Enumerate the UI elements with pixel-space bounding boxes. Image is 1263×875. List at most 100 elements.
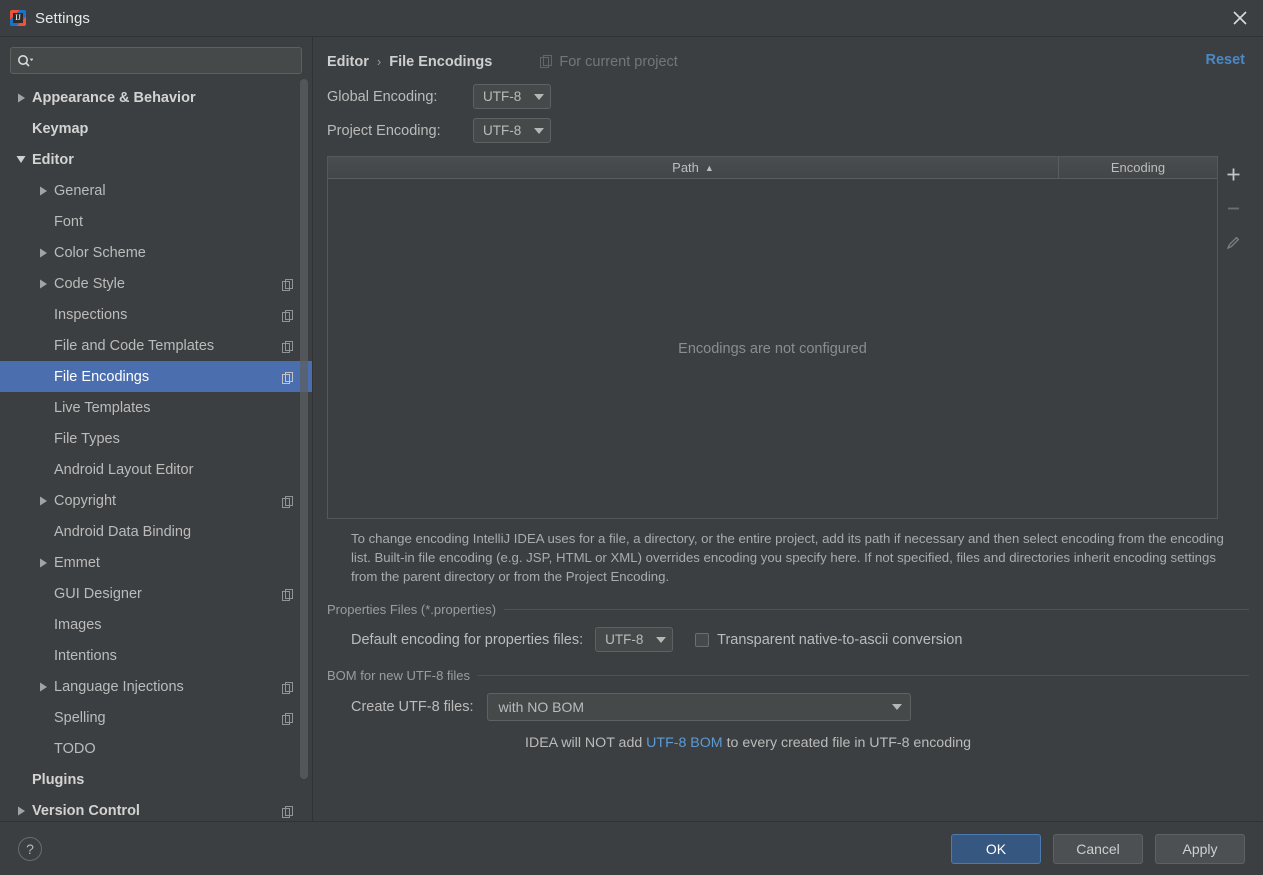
cancel-button[interactable]: Cancel xyxy=(1053,833,1143,864)
sidebar-scrollbar[interactable] xyxy=(300,79,308,779)
table-header: Path ▲ Encoding xyxy=(328,157,1217,179)
sidebar-item-general[interactable]: General xyxy=(0,175,312,206)
chevron-right-icon[interactable] xyxy=(32,682,54,692)
bom-section-header: BOM for new UTF-8 files xyxy=(327,668,1249,683)
sidebar-item-android-layout-editor[interactable]: Android Layout Editor xyxy=(0,454,312,485)
file-encodings-panel: Editor › File Encodings For current proj… xyxy=(313,37,1263,821)
project-scope-icon xyxy=(282,371,294,384)
search-box[interactable] xyxy=(10,47,302,74)
transparent-native-to-ascii-checkbox[interactable]: Transparent native-to-ascii conversion xyxy=(695,632,962,648)
sidebar-item-label: Inspections xyxy=(54,306,128,323)
ok-button[interactable]: OK xyxy=(951,833,1041,864)
properties-files-section: Properties Files (*.properties) Default … xyxy=(327,602,1249,652)
create-utf8-files-label: Create UTF-8 files: xyxy=(351,699,474,715)
sidebar-item-language-injections[interactable]: Language Injections xyxy=(0,671,312,702)
dialog-footer: ? OK Cancel Apply xyxy=(0,821,1263,875)
for-current-project: For current project xyxy=(540,53,678,70)
settings-dialog: IJ Settings Appearance & Behavior Keymap… xyxy=(0,0,1263,875)
sidebar-item-label: Version Control xyxy=(32,802,140,819)
sidebar-item-gui-designer[interactable]: GUI Designer xyxy=(0,578,312,609)
breadcrumb-parent[interactable]: Editor xyxy=(327,54,369,70)
sidebar-item-todo[interactable]: TODO xyxy=(0,733,312,764)
sidebar-item-label: Android Data Binding xyxy=(54,523,192,540)
intellij-idea-icon: IJ xyxy=(10,10,26,26)
sidebar-item-file-types[interactable]: File Types xyxy=(0,423,312,454)
sidebar-item-label: Images xyxy=(54,616,102,633)
sidebar-item-label: Editor xyxy=(32,151,74,168)
global-encoding-row: Global Encoding: UTF-8 xyxy=(327,81,1249,112)
empty-state-text: Encodings are not configured xyxy=(678,340,867,357)
close-icon[interactable] xyxy=(1217,0,1263,36)
project-scope-icon xyxy=(282,309,294,322)
sidebar-item-label: Language Injections xyxy=(54,678,184,695)
project-scope-icon xyxy=(540,55,553,68)
sidebar-item-live-templates[interactable]: Live Templates xyxy=(0,392,312,423)
sidebar-item-code-style[interactable]: Code Style xyxy=(0,268,312,299)
sidebar-item-copyright[interactable]: Copyright xyxy=(0,485,312,516)
remove-button[interactable] xyxy=(1222,196,1246,220)
global-encoding-label: Global Encoding: xyxy=(327,88,438,105)
column-header-path[interactable]: Path ▲ xyxy=(328,157,1059,178)
chevron-right-icon[interactable] xyxy=(32,279,54,289)
default-properties-encoding-label: Default encoding for properties files: xyxy=(351,631,584,648)
search-container xyxy=(0,37,312,80)
chevron-right-icon[interactable] xyxy=(10,93,32,103)
bom-note: IDEA will NOT add UTF-8 BOM to every cre… xyxy=(351,735,1249,751)
for-current-project-label: For current project xyxy=(559,53,678,70)
chevron-right-icon[interactable] xyxy=(32,558,54,568)
table-toolbar xyxy=(1218,156,1249,519)
sidebar-item-label: Plugins xyxy=(32,771,85,788)
sidebar-item-android-data-binding[interactable]: Android Data Binding xyxy=(0,516,312,547)
column-header-encoding[interactable]: Encoding xyxy=(1059,157,1217,178)
sidebar-item-intentions[interactable]: Intentions xyxy=(0,640,312,671)
bom-section: BOM for new UTF-8 files Create UTF-8 fil… xyxy=(327,668,1249,751)
chevron-right-icon[interactable] xyxy=(10,806,32,816)
sidebar-item-spelling[interactable]: Spelling xyxy=(0,702,312,733)
sidebar-item-font[interactable]: Font xyxy=(0,206,312,237)
sidebar-item-inspections[interactable]: Inspections xyxy=(0,299,312,330)
help-button[interactable]: ? xyxy=(18,836,42,861)
section-divider xyxy=(504,609,1249,610)
properties-section-title: Properties Files (*.properties) xyxy=(327,602,497,617)
title-bar: IJ Settings xyxy=(0,0,1263,36)
sidebar-item-plugins[interactable]: Plugins xyxy=(0,764,312,795)
chevron-down-icon xyxy=(892,704,903,710)
sidebar-item-editor[interactable]: Editor xyxy=(0,144,312,175)
add-button[interactable] xyxy=(1222,162,1246,186)
breadcrumb-current: File Encodings xyxy=(389,53,493,70)
project-scope-icon xyxy=(282,340,294,353)
project-encoding-row: Project Encoding: UTF-8 xyxy=(327,115,1249,146)
sidebar-item-emmet[interactable]: Emmet xyxy=(0,547,312,578)
create-utf8-files-dropdown[interactable]: with NO BOM xyxy=(487,693,912,721)
chevron-right-icon[interactable] xyxy=(32,248,54,258)
chevron-down-icon[interactable] xyxy=(10,155,32,164)
sidebar-item-file-encodings[interactable]: File Encodings xyxy=(0,361,312,392)
chevron-right-icon[interactable] xyxy=(32,186,54,196)
sidebar-item-color-scheme[interactable]: Color Scheme xyxy=(0,237,312,268)
column-header-path-label: Path xyxy=(672,160,699,175)
default-properties-encoding-dropdown[interactable]: UTF-8 xyxy=(595,627,674,652)
sidebar-item-file-and-code-templates[interactable]: File and Code Templates xyxy=(0,330,312,361)
sidebar-item-label: Android Layout Editor xyxy=(54,461,194,478)
default-properties-encoding-value: UTF-8 xyxy=(605,632,644,647)
sidebar-item-version-control[interactable]: Version Control xyxy=(0,795,312,821)
project-encoding-label: Project Encoding: xyxy=(327,122,441,139)
sidebar-item-keymap[interactable]: Keymap xyxy=(0,113,312,144)
sidebar-item-label: Keymap xyxy=(32,120,89,137)
sidebar-item-appearance-behavior[interactable]: Appearance & Behavior xyxy=(0,82,312,113)
apply-button[interactable]: Apply xyxy=(1155,833,1245,864)
chevron-down-icon xyxy=(534,93,544,100)
edit-button[interactable] xyxy=(1222,230,1246,254)
reset-link[interactable]: Reset xyxy=(1206,52,1246,68)
sidebar-item-label: GUI Designer xyxy=(54,585,142,602)
global-encoding-dropdown[interactable]: UTF-8 xyxy=(473,84,551,109)
chevron-right-icon[interactable] xyxy=(32,496,54,506)
settings-sidebar: Appearance & Behavior Keymap Editor General… xyxy=(0,37,313,821)
project-scope-icon xyxy=(282,681,294,694)
sidebar-item-label: Code Style xyxy=(54,275,125,292)
search-input[interactable] xyxy=(35,53,295,68)
sidebar-item-images[interactable]: Images xyxy=(0,609,312,640)
project-encoding-dropdown[interactable]: UTF-8 xyxy=(473,118,551,143)
utf8-bom-link[interactable]: UTF-8 BOM xyxy=(646,735,722,751)
bom-section-title: BOM for new UTF-8 files xyxy=(327,668,471,683)
